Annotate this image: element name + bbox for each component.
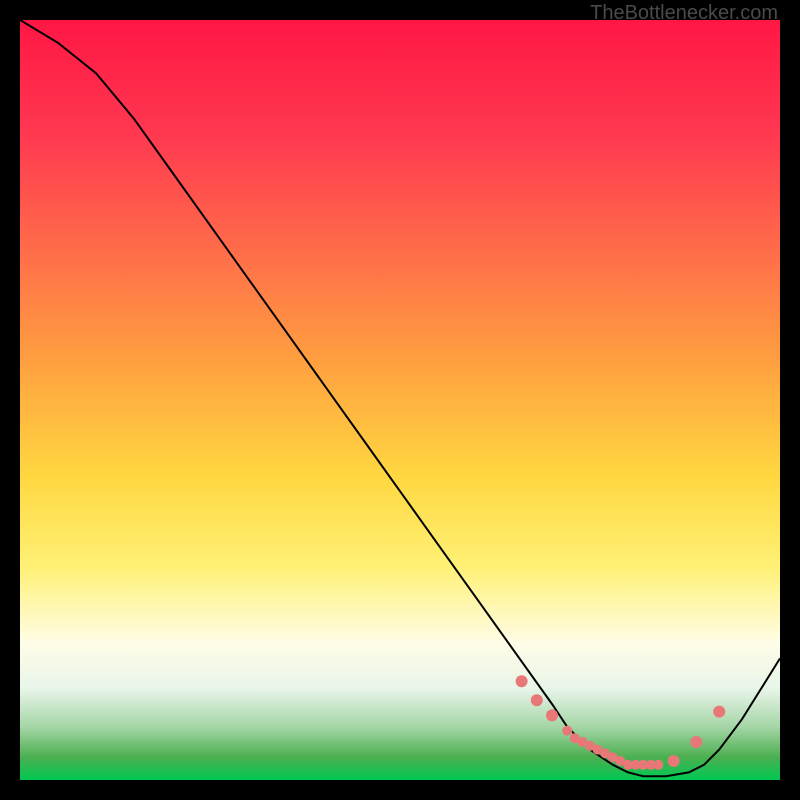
marker-dot	[668, 755, 680, 767]
marker-dots	[516, 675, 726, 770]
marker-dot	[690, 736, 702, 748]
marker-dot	[653, 760, 663, 770]
chart-area	[20, 20, 780, 780]
bottleneck-curve	[20, 20, 780, 776]
watermark-text: TheBottlenecker.com	[590, 2, 778, 25]
marker-dot	[516, 675, 528, 687]
marker-dot	[546, 709, 558, 721]
marker-dot	[562, 726, 572, 736]
curve-layer	[20, 20, 780, 780]
marker-dot	[531, 694, 543, 706]
marker-dot	[713, 706, 725, 718]
